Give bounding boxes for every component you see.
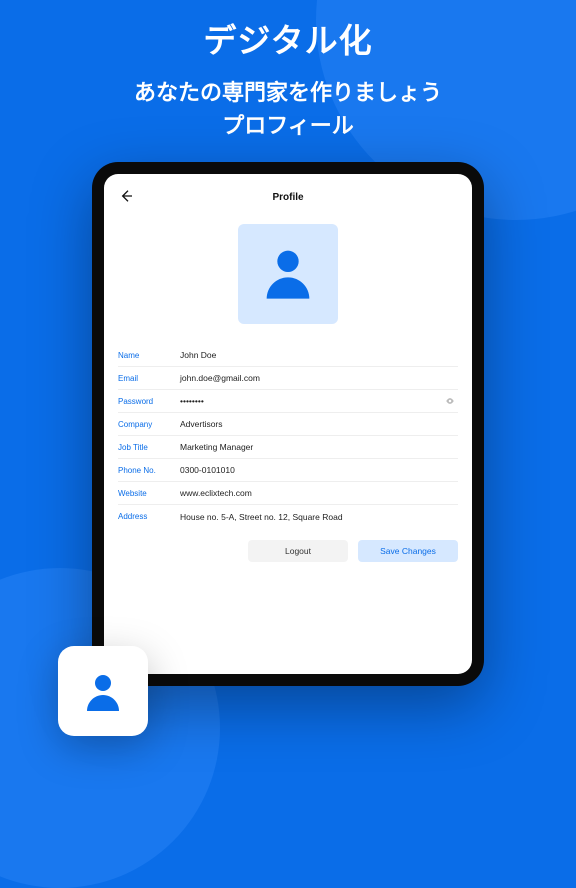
- person-icon: [256, 240, 320, 309]
- field-name[interactable]: Name John Doe: [118, 344, 458, 367]
- label-address: Address: [118, 512, 180, 521]
- label-company: Company: [118, 420, 180, 429]
- label-email: Email: [118, 374, 180, 383]
- value-job-title: Marketing Manager: [180, 442, 458, 452]
- value-name: John Doe: [180, 350, 458, 360]
- person-icon: [79, 667, 127, 715]
- field-company[interactable]: Company Advertisors: [118, 413, 458, 436]
- action-buttons: Logout Save Changes: [118, 540, 458, 562]
- screen-header: Profile: [118, 184, 458, 210]
- profile-fields: Name John Doe Email john.doe@gmail.com P…: [118, 344, 458, 528]
- floating-profile-card: [58, 646, 148, 736]
- field-phone[interactable]: Phone No. 0300-0101010: [118, 459, 458, 482]
- label-password: Password: [118, 397, 180, 406]
- field-password[interactable]: Password ••••••••: [118, 390, 458, 413]
- subheading-line-1: あなたの専門家を作りましょう: [134, 80, 442, 105]
- toggle-password-visibility[interactable]: [442, 396, 458, 406]
- back-button[interactable]: [118, 188, 134, 209]
- arrow-left-icon: [118, 188, 134, 204]
- value-phone: 0300-0101010: [180, 465, 458, 475]
- save-changes-button[interactable]: Save Changes: [358, 540, 458, 562]
- label-website: Website: [118, 489, 180, 498]
- avatar-block: [118, 224, 458, 324]
- heading: デジタル化: [203, 14, 372, 62]
- field-job-title[interactable]: Job Title Marketing Manager: [118, 436, 458, 459]
- app-screen: Profile Name John Doe Email john.doe@gma…: [104, 174, 472, 674]
- field-email[interactable]: Email john.doe@gmail.com: [118, 367, 458, 390]
- subheading-line-2: プロフィール: [222, 113, 354, 138]
- field-address[interactable]: Address House no. 5-A, Street no. 12, Sq…: [118, 505, 458, 528]
- logout-button[interactable]: Logout: [248, 540, 348, 562]
- label-phone: Phone No.: [118, 466, 180, 475]
- value-email: john.doe@gmail.com: [180, 373, 458, 383]
- subheading: あなたの専門家を作りましょう プロフィール: [134, 76, 442, 142]
- label-job-title: Job Title: [118, 443, 180, 452]
- value-address: House no. 5-A, Street no. 12, Square Roa…: [180, 512, 458, 522]
- avatar[interactable]: [238, 224, 338, 324]
- eye-icon: [445, 396, 455, 406]
- tablet-device-frame: Profile Name John Doe Email john.doe@gma…: [92, 162, 484, 686]
- value-password: ••••••••: [180, 396, 442, 406]
- field-website[interactable]: Website www.eclixtech.com: [118, 482, 458, 505]
- screen-title: Profile: [272, 192, 303, 203]
- value-website: www.eclixtech.com: [180, 488, 458, 498]
- value-company: Advertisors: [180, 419, 458, 429]
- label-name: Name: [118, 351, 180, 360]
